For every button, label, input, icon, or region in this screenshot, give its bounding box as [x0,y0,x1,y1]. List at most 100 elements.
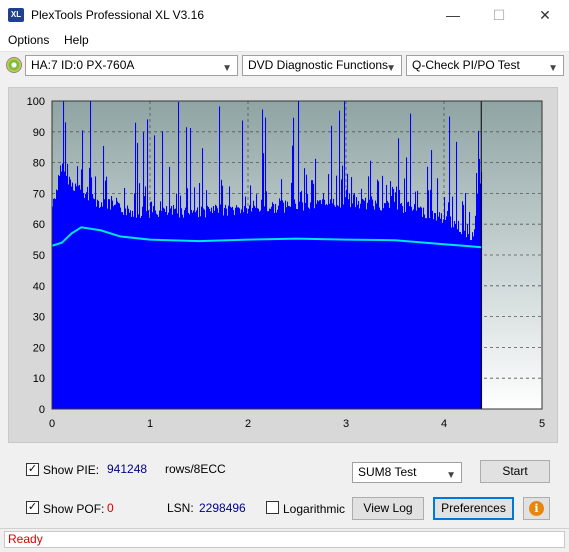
pie-bar [166,206,168,409]
pie-bar [343,204,345,409]
pie-bar [355,207,357,409]
pie-bar [284,212,286,409]
pie-bar [113,206,115,409]
pie-bar [390,181,392,409]
pie-bar [430,189,432,409]
pie-bar [324,199,326,409]
pie-bar [447,210,449,409]
pie-bar [347,173,349,409]
pie-bar [247,213,249,409]
pie-bar [216,205,218,409]
pie-bar [449,116,451,409]
start-button[interactable]: Start [480,460,550,483]
pie-bar [451,227,453,409]
pie-bar [137,142,139,410]
pie-count: 941248 [107,462,148,476]
pie-bar [94,199,96,409]
pie-bar [107,208,109,409]
pie-bar [163,207,165,409]
pie-bar [139,183,141,409]
pie-bar [106,176,108,409]
pie-bar [231,207,233,409]
view-log-button[interactable]: View Log [352,497,424,520]
pie-bar [89,167,91,409]
pie-bar [54,198,56,409]
y-tick-label: 50 [33,250,45,262]
lsn-value: 2298496 [199,501,246,515]
pie-bar [213,205,215,409]
pie-bar [238,207,240,409]
preferences-button[interactable]: Preferences [433,497,514,520]
pie-bar [378,181,380,409]
pie-bar [230,206,232,409]
pie-bar [466,237,468,409]
info-button[interactable]: i [523,497,550,520]
pie-bar [221,179,223,409]
pie-bar [76,186,78,409]
pie-bar [185,207,187,409]
pie-bar [251,211,253,409]
pie-bar [362,199,364,409]
lsn-label: LSN: [167,501,194,515]
pie-bar [320,200,322,409]
pie-bar [157,214,159,409]
sum-test-select[interactable]: SUM8 Test ▼ [352,462,462,483]
y-tick-label: 30 [33,312,45,324]
pie-bar [98,200,100,409]
y-tick-label: 60 [33,219,45,231]
pie-bar [276,212,278,409]
pie-bar [322,199,324,409]
pie-bar [398,138,400,410]
pie-bar [465,193,467,409]
pie-bar [394,201,396,409]
pie-bar [475,215,477,409]
show-pof-checkbox[interactable]: ✓ [26,501,39,514]
pie-bar [356,197,358,409]
pie-bar [313,183,315,409]
pie-bar [63,101,65,409]
pie-bar [342,165,344,409]
pie-bar [317,200,319,409]
pie-bar [62,163,64,409]
pie-bar [242,120,244,409]
show-pie-checkbox[interactable]: ✓ [26,463,39,476]
pie-bar [410,113,412,409]
pie-bar [208,207,210,409]
pie-bar [360,203,362,409]
pie-bar [70,179,72,409]
pie-bar [308,207,310,409]
pie-bar [228,205,230,409]
pie-bar [177,213,179,409]
pie-bar [212,213,214,409]
pie-bar [130,210,132,409]
pie-bar [275,203,277,409]
logarithmic-checkbox[interactable] [266,501,279,514]
pie-bar [272,202,274,409]
pie-bar [116,197,118,409]
pie-bar [171,206,173,409]
pie-bar [143,132,145,410]
pie-bar [78,185,80,409]
pie-bar [453,227,455,409]
pie-bar [287,201,289,409]
pie-bar [291,182,293,409]
pie-bar [403,212,405,409]
pie-bar [235,207,237,409]
pie-bar [369,199,371,409]
pie-bar [158,216,160,409]
pie-bar [190,128,192,409]
pie-bar [218,212,220,409]
pie-bar [457,229,459,409]
pie-bar [111,196,113,409]
pie-bar [154,135,156,409]
pie-bar [74,190,76,409]
pie-bar [377,179,379,409]
pie-bar [160,201,162,409]
show-pie-label: Show PIE: [43,463,100,477]
sum-test-value: SUM8 Test [358,465,417,479]
pie-bar [315,158,317,409]
pie-bar [400,203,402,409]
pie-bar [255,207,257,409]
pie-bar [352,203,354,409]
pie-bar [73,190,75,409]
